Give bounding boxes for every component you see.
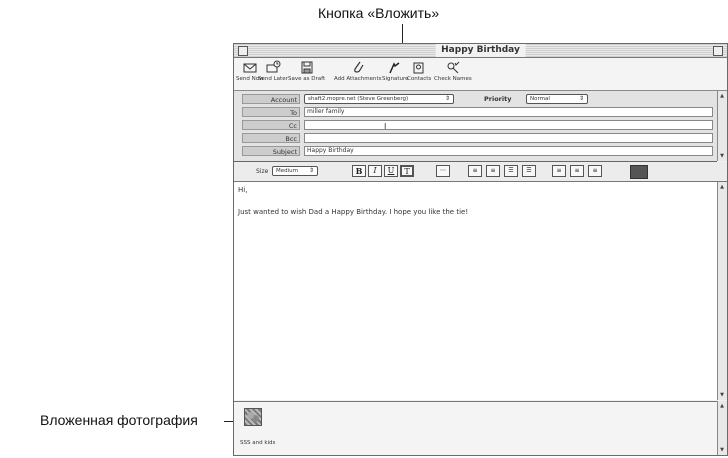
account-label: Account <box>242 94 300 104</box>
save-as-draft-button[interactable]: Save as Draft <box>288 60 325 83</box>
scroll-up-icon[interactable]: ▲ <box>719 403 725 409</box>
window-title: Happy Birthday <box>435 44 526 57</box>
header-scrollbar[interactable]: ▲ ▼ <box>717 91 727 161</box>
send-later-label: Send Later <box>258 76 288 82</box>
account-popup[interactable]: shaft2.mopre.net (Steve Greenberg) ⇕ <box>304 94 454 104</box>
attach-button-callout: Кнопка «Вложить» <box>318 5 440 21</box>
photo-thumbnail-icon[interactable] <box>244 408 262 426</box>
contacts-card-icon <box>413 62 424 74</box>
scroll-down-icon[interactable]: ▼ <box>719 392 725 398</box>
send-later-button[interactable]: Send Later <box>258 60 288 83</box>
body-message: Just wanted to wish Dad a Happy Birthday… <box>238 208 469 216</box>
contacts-button[interactable]: Contacts <box>407 60 431 83</box>
indent-icon[interactable]: ≡ <box>468 165 482 177</box>
popup-arrow-icon: ⇕ <box>444 95 450 102</box>
scroll-down-icon[interactable]: ▼ <box>719 447 725 453</box>
message-header: Account shaft2.mopre.net (Steve Greenber… <box>234 91 717 162</box>
align-left-icon[interactable]: ≡ <box>552 165 566 177</box>
check-names-label: Check Names <box>434 76 472 82</box>
attachment-name: SSS and kids <box>240 440 276 446</box>
to-field[interactable]: miller family <box>304 107 713 117</box>
outdent-icon[interactable]: ≡ <box>486 165 500 177</box>
scroll-up-icon[interactable]: ▲ <box>719 184 725 190</box>
body-scrollbar[interactable]: ▲ ▼ <box>717 182 727 400</box>
title-bar[interactable]: Happy Birthday <box>234 44 727 58</box>
attachment-pane: SSS and kids <box>234 401 718 455</box>
zoom-box-icon[interactable] <box>713 46 723 56</box>
close-box-icon[interactable] <box>238 46 248 56</box>
cc-label: Cc <box>242 120 300 130</box>
text-color-swatch[interactable] <box>630 165 648 179</box>
signature-label: Signature <box>382 76 409 82</box>
scroll-down-icon[interactable]: ▼ <box>719 153 725 159</box>
signature-pen-icon <box>389 62 400 74</box>
popup-arrow-icon: ⇕ <box>308 167 314 174</box>
size-value: Medium <box>276 168 298 174</box>
signature-button[interactable]: Signature <box>382 60 409 83</box>
paperclip-icon <box>353 61 364 73</box>
style-button-icon[interactable]: ⋯ <box>436 165 450 177</box>
bcc-field[interactable] <box>304 133 713 143</box>
priority-label: Priority <box>484 95 512 103</box>
scroll-up-icon[interactable]: ▲ <box>719 93 725 99</box>
italic-button[interactable]: I <box>368 165 382 177</box>
add-attachments-label: Add Attachments <box>334 76 382 82</box>
popup-arrow-icon: ⇕ <box>578 95 584 102</box>
attachment-scrollbar[interactable]: ▲ ▼ <box>717 401 727 455</box>
send-now-icon <box>243 63 257 73</box>
text-cursor-icon: I <box>384 122 387 131</box>
check-names-icon <box>447 61 460 74</box>
format-toolbar: Size Medium ⇕ B I U T ⋯ ≡ ≡ ☰ ☰ ≡ ≡ ≡ <box>234 162 727 182</box>
priority-popup[interactable]: Normal ⇕ <box>526 94 588 104</box>
toolbar: Send Now Send Later Save as Draft Add At… <box>234 58 727 91</box>
priority-value: Normal <box>530 96 550 102</box>
size-label: Size <box>256 168 269 175</box>
bullet-list-icon[interactable]: ☰ <box>504 165 518 177</box>
send-later-icon <box>266 60 281 73</box>
align-center-icon[interactable]: ≡ <box>570 165 584 177</box>
numbered-list-icon[interactable]: ☰ <box>522 165 536 177</box>
attached-photo-callout: Вложенная фотография <box>40 412 198 428</box>
message-body-text: Hi, Just wanted to wish Dad a Happy Birt… <box>238 186 714 230</box>
body-greeting: Hi, <box>238 186 248 194</box>
subject-label: Subject <box>242 146 300 156</box>
save-as-draft-label: Save as Draft <box>288 76 326 82</box>
bcc-label: Bcc <box>242 133 300 143</box>
subject-field[interactable]: Happy Birthday <box>304 146 713 156</box>
cc-field[interactable] <box>304 120 713 130</box>
align-right-icon[interactable]: ≡ <box>588 165 602 177</box>
to-label: To <box>242 107 300 117</box>
message-window: Happy Birthday Send Now Send Later Save … <box>233 43 728 456</box>
add-attachments-button[interactable]: Add Attachments <box>334 60 382 83</box>
save-draft-icon <box>301 61 313 74</box>
contacts-label: Contacts <box>407 76 432 82</box>
message-body[interactable]: Hi, Just wanted to wish Dad a Happy Birt… <box>234 182 718 400</box>
check-names-button[interactable]: Check Names <box>434 60 472 83</box>
underline-button[interactable]: U <box>384 165 398 177</box>
account-value: shaft2.mopre.net (Steve Greenberg) <box>308 96 409 102</box>
bold-button[interactable]: B <box>352 165 366 177</box>
size-popup[interactable]: Medium ⇕ <box>272 166 318 176</box>
text-style-button[interactable]: T <box>400 165 414 177</box>
